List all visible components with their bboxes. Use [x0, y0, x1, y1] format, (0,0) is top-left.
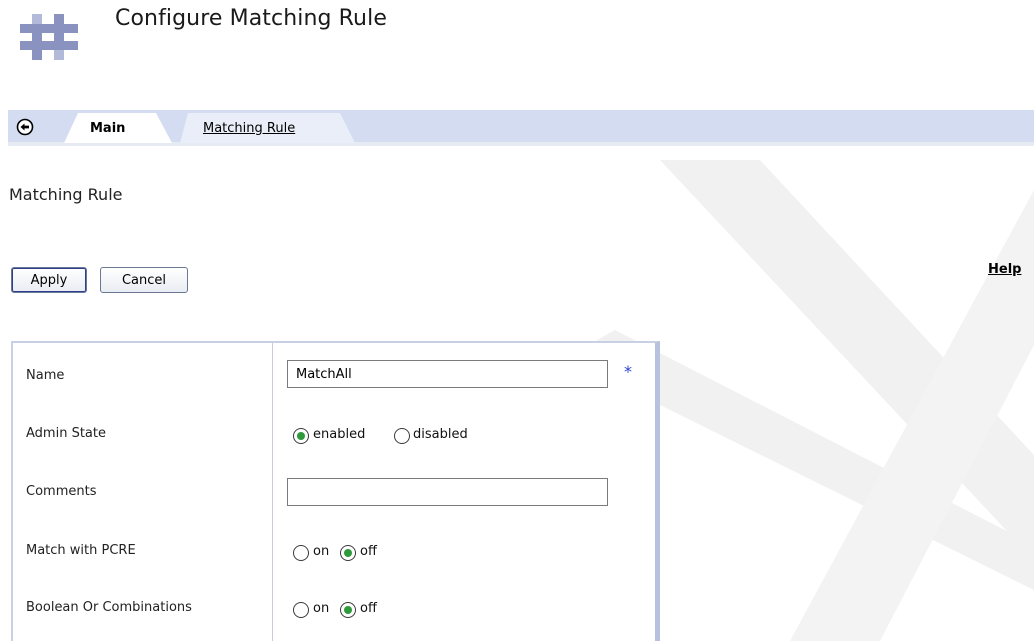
match-pcre-off-label[interactable]: off	[360, 544, 377, 559]
tab-main-label[interactable]: Main	[90, 121, 125, 136]
admin-state-disabled-label[interactable]: disabled	[413, 427, 468, 442]
page-title: Configure Matching Rule	[115, 6, 387, 31]
help-link[interactable]: Help	[988, 262, 1021, 277]
admin-state-enabled-radio[interactable]	[293, 428, 309, 444]
form-column-divider	[272, 343, 273, 641]
boolean-or-on-label[interactable]: on	[313, 601, 329, 616]
boolean-or-label: Boolean Or Combinations	[26, 600, 192, 615]
admin-state-enabled-label[interactable]: enabled	[313, 427, 365, 442]
match-pcre-label: Match with PCRE	[26, 543, 136, 558]
admin-state-label: Admin State	[26, 426, 106, 441]
admin-state-disabled-radio[interactable]	[394, 428, 410, 444]
section-heading: Matching Rule	[9, 185, 123, 204]
match-pcre-on-radio[interactable]	[293, 545, 309, 561]
match-pcre-off-radio[interactable]	[340, 545, 356, 561]
comments-label: Comments	[26, 484, 97, 499]
cancel-button[interactable]: Cancel	[100, 267, 188, 293]
boolean-or-off-radio[interactable]	[340, 602, 356, 618]
apply-button[interactable]: Apply	[11, 267, 87, 293]
tab-matching-rule-label[interactable]: Matching Rule	[203, 121, 295, 136]
required-marker: *	[624, 362, 632, 381]
boolean-or-off-label[interactable]: off	[360, 601, 377, 616]
match-pcre-on-label[interactable]: on	[313, 544, 329, 559]
back-arrow-icon[interactable]	[16, 118, 34, 136]
comments-field[interactable]	[287, 478, 608, 506]
hash-logo-icon	[20, 14, 78, 60]
name-field[interactable]	[287, 360, 608, 388]
boolean-or-on-radio[interactable]	[293, 602, 309, 618]
name-label: Name	[26, 368, 65, 383]
